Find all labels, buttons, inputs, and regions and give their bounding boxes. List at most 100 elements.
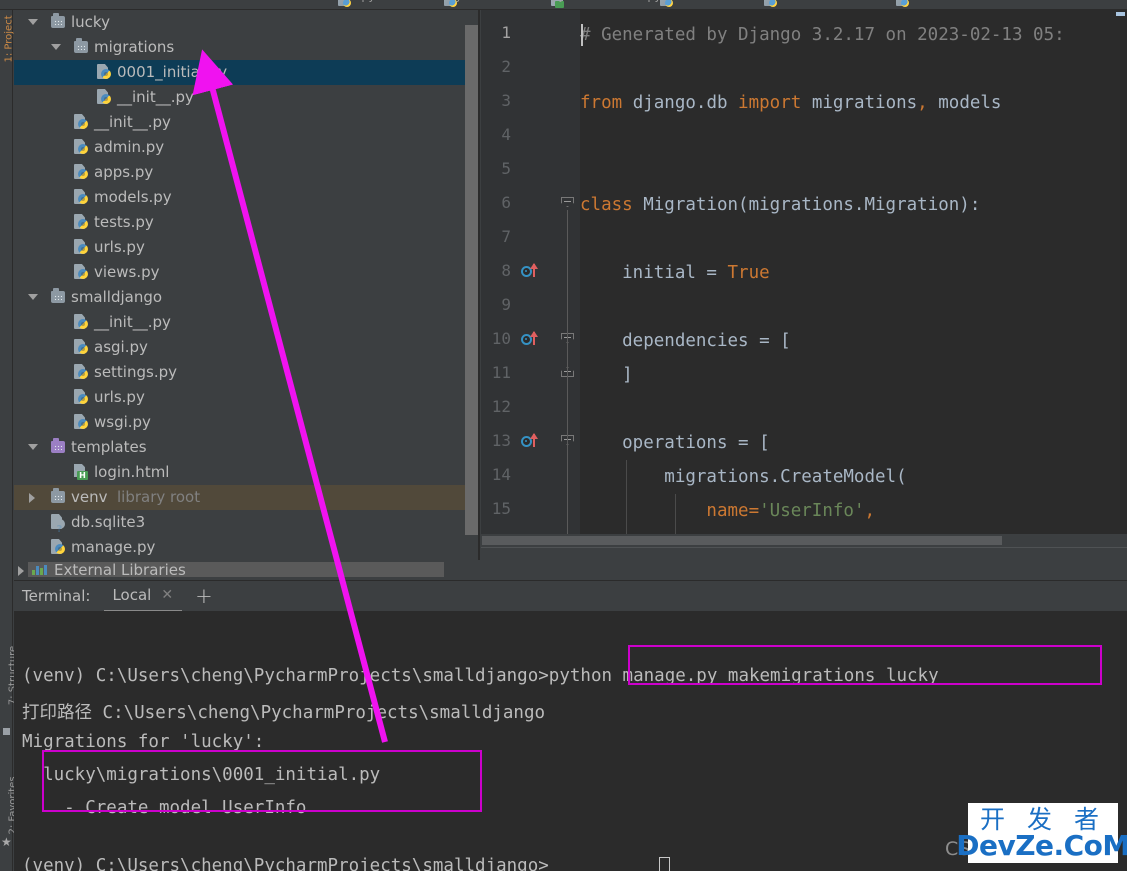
python-file-icon [97, 89, 111, 105]
libraries-icon [32, 564, 48, 575]
code-line: dependencies = [ [580, 324, 791, 358]
tree-item-smalldjango[interactable]: smalldjango [14, 285, 480, 310]
editor-code-area[interactable]: # Generated by Django 3.2.17 on 2023-02-… [580, 10, 1127, 547]
project-tree-scrollbar[interactable] [465, 25, 478, 535]
chevron-down-icon[interactable] [28, 294, 38, 300]
code-token: import [738, 93, 812, 113]
watermark-cn-text: 开 发 者 [980, 804, 1106, 834]
tree-item---init---py[interactable]: __init__.py [14, 110, 480, 135]
python-file-icon [74, 189, 88, 205]
tree-item-login-html[interactable]: Hlogin.html [14, 460, 480, 485]
folder-icon [51, 288, 65, 303]
devze-watermark: 开 发 者 DevZe.CoM [956, 803, 1127, 863]
tree-item-label: smalldjango [71, 288, 163, 306]
editor-horizontal-scrollbar[interactable] [481, 534, 1127, 547]
fold-down-icon[interactable] [561, 333, 575, 347]
terminal-line: 打印路径 C:\Users\cheng\PycharmProjects\smal… [22, 703, 546, 723]
fold-down-icon[interactable] [561, 435, 575, 449]
code-line: class Migration(migrations.Migration): [580, 188, 980, 222]
tree-item-models-py[interactable]: models.py [14, 185, 480, 210]
override-marker-icon[interactable] [521, 433, 543, 449]
editor-gutter[interactable]: 12345678910111213141516 [481, 10, 580, 547]
code-editor[interactable]: 12345678910111213141516 # Generated by D… [481, 10, 1127, 547]
project-tree[interactable]: lucky migrations 0001_initial.py __init__.p… [14, 10, 480, 560]
fold-up-icon[interactable] [561, 367, 575, 381]
tree-item-tests-py[interactable]: tests.py [14, 210, 480, 235]
tree-item-wsgi-py[interactable]: wsgi.py [14, 410, 480, 435]
code-token: True [727, 263, 770, 283]
code-token: , [864, 501, 876, 521]
tree-item-settings-py[interactable]: settings.py [14, 360, 480, 385]
folder-icon [74, 38, 88, 53]
tab-local[interactable]: Local ✕ [104, 586, 183, 613]
html-file-icon: H [74, 464, 90, 480]
line-number: 13 [491, 431, 511, 450]
fold-down-icon[interactable] [561, 197, 575, 211]
python-file-icon [97, 64, 111, 80]
override-marker-icon[interactable] [521, 331, 543, 347]
terminal-header[interactable]: Terminal: Local ✕ + [14, 580, 1127, 613]
line-number: 2 [501, 57, 511, 76]
sidebar-item-project[interactable]: 1: Project [4, 13, 15, 62]
code-token: operations = [ [580, 433, 770, 453]
close-icon[interactable]: ✕ [161, 587, 173, 603]
terminal-label: Terminal: [22, 587, 91, 605]
tree-item-label: __init__.py [94, 313, 171, 331]
tree-item-migrations[interactable]: migrations [14, 35, 480, 60]
python-file-icon [74, 314, 88, 330]
tree-item-asgi-py[interactable]: asgi.py [14, 335, 480, 360]
python-file-icon [74, 214, 88, 230]
tree-item-manage-py[interactable]: manage.py [14, 535, 480, 560]
tree-item---init---py[interactable]: __init__.py [14, 310, 480, 335]
line-number: 15 [491, 499, 511, 518]
tree-item-views-py[interactable]: views.py [14, 260, 480, 285]
code-token: initial = [580, 263, 728, 283]
python-file-icon [51, 539, 65, 555]
python-file-icon [74, 389, 88, 405]
code-line: initial = True [580, 256, 770, 290]
tree-item-suffix: library root [117, 488, 201, 506]
left-tool-strip[interactable]: 1: Project 7: Structure 2: Favorites ★ [0, 10, 19, 871]
chevron-right-icon[interactable] [18, 566, 24, 576]
editor-tab-strip[interactable]: .py .y .py .py [0, 0, 1127, 10]
tree-item-label: migrations [94, 38, 175, 56]
tree-item-label: db.sqlite3 [71, 513, 146, 531]
tree-item-label: views.py [94, 263, 160, 281]
python-file-icon [896, 0, 909, 7]
plus-icon[interactable]: + [195, 584, 213, 608]
tab-label-2: .y [452, 0, 462, 3]
python-file-icon [74, 339, 88, 355]
tree-item-db-sqlite3[interactable]: db.sqlite3 [14, 510, 480, 542]
python-file-icon [74, 414, 88, 430]
line-number: 12 [491, 397, 511, 416]
fold-connector [567, 210, 568, 547]
python-file-icon [660, 0, 673, 7]
tree-item-label: admin.py [94, 138, 165, 156]
tree-item-admin-py[interactable]: admin.py [14, 135, 480, 160]
tree-item-templates[interactable]: templates [14, 435, 480, 460]
folder-icon [51, 13, 65, 28]
tree-item-urls-py[interactable]: urls.py [14, 235, 480, 260]
chevron-right-icon[interactable] [29, 493, 35, 503]
tree-item-urls-py[interactable]: urls.py [14, 385, 480, 410]
tree-item-0001-initial-py[interactable]: 0001_initial.py [14, 60, 480, 85]
tree-item---init---py[interactable]: __init__.py [14, 85, 480, 110]
line-number: 1 [501, 23, 511, 42]
tab-label-3: .py [548, 0, 565, 3]
chevron-down-icon[interactable] [28, 444, 38, 450]
tree-item-label: login.html [94, 463, 170, 481]
tab-label-4: .py [644, 0, 661, 3]
external-libraries-row[interactable]: External Libraries [14, 560, 480, 579]
chevron-down-icon[interactable] [28, 19, 38, 25]
override-marker-icon[interactable] [521, 263, 543, 279]
chevron-down-icon[interactable] [51, 44, 61, 50]
terminal-line: Migrations for 'lucky': [22, 732, 265, 752]
code-line: ] [580, 358, 633, 392]
code-line: migrations.CreateModel( [580, 460, 906, 494]
scrollbar-thumb[interactable] [482, 536, 1002, 545]
tree-item-venv[interactable]: venv library root [14, 485, 480, 510]
top-toolbar: .py .y .py .py [0, 0, 1127, 10]
tree-item-lucky[interactable]: lucky [14, 10, 480, 35]
tree-item-apps-py[interactable]: apps.py [14, 160, 480, 185]
external-libraries-label: External Libraries [54, 561, 186, 579]
